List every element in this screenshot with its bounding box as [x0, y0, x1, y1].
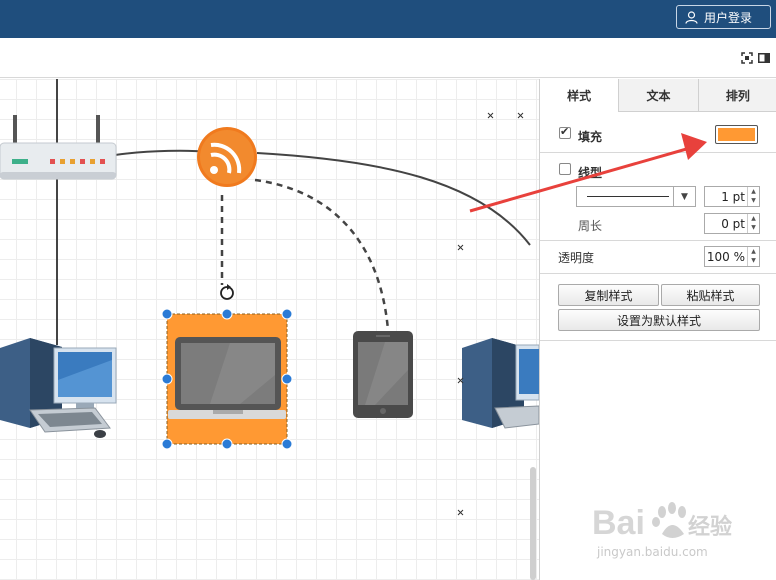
fill-color-swatch[interactable]: [715, 125, 758, 144]
diagram-svg: [0, 79, 539, 516]
line-checkbox[interactable]: [559, 163, 571, 175]
canvas-scrollbar[interactable]: [530, 467, 536, 580]
opacity-value: 100 %: [706, 250, 745, 264]
user-icon: [685, 10, 698, 24]
fullscreen-icon[interactable]: [741, 52, 753, 64]
copy-style-button[interactable]: 复制样式: [558, 284, 659, 306]
login-label: 用户登录: [704, 10, 753, 25]
rss-feed-node: [197, 127, 257, 187]
panel-toggle-icon[interactable]: [758, 52, 770, 64]
chevron-down-icon: ▼: [673, 187, 695, 206]
connector-rss-right: [256, 152, 531, 246]
divider: [540, 340, 776, 341]
connector-router-rss: [114, 149, 211, 156]
tab-style[interactable]: 样式: [540, 79, 619, 112]
opacity-label: 透明度: [558, 251, 595, 265]
fill-label: 填充: [578, 130, 603, 144]
diagram-canvas[interactable]: [0, 79, 539, 580]
line-style-select[interactable]: ▼: [576, 186, 696, 207]
divider: [540, 273, 776, 274]
tab-arrange[interactable]: 排列: [697, 79, 776, 112]
canvas-markers: [457, 112, 524, 516]
perimeter-value: 0 pt: [721, 217, 745, 231]
tablet-node: [353, 331, 413, 418]
tab-text[interactable]: 文本: [618, 79, 698, 112]
stepper-arrows-icon[interactable]: ▲ ▼: [747, 247, 759, 266]
divider: [540, 152, 776, 153]
stepper-arrows-icon[interactable]: ▲ ▼: [747, 187, 759, 206]
desktop-computer-left-node: [0, 338, 117, 438]
svg-text:经验: 经验: [688, 514, 732, 539]
line-width-value: 1 pt: [721, 190, 745, 204]
rotate-handle: [220, 284, 234, 300]
fill-color-preview: [718, 128, 755, 141]
connector-rss-tablet: [254, 178, 390, 331]
laptop-node: [166, 313, 288, 445]
toolbar: [0, 38, 776, 78]
perimeter-label: 周长: [578, 219, 603, 233]
svg-text:Bai: Bai: [592, 504, 645, 542]
paste-style-button[interactable]: 粘贴样式: [661, 284, 760, 306]
divider: [540, 240, 776, 241]
opacity-stepper[interactable]: 100 % ▲ ▼: [704, 246, 760, 267]
line-width-stepper[interactable]: 1 pt ▲ ▼: [704, 186, 760, 207]
fill-checkbox[interactable]: [559, 125, 571, 139]
watermark-url: jingyan.baidu.com: [597, 545, 708, 559]
top-header-bar: 用户登录: [0, 0, 776, 38]
line-label: 线型: [578, 166, 603, 180]
login-button[interactable]: 用户登录: [676, 5, 771, 29]
set-default-style-button[interactable]: 设置为默认样式: [558, 309, 760, 331]
stepper-arrows-icon[interactable]: ▲ ▼: [747, 214, 759, 233]
format-tabs: 样式 文本 排列: [540, 79, 776, 112]
perimeter-stepper[interactable]: 0 pt ▲ ▼: [704, 213, 760, 234]
desktop-computer-right-node: [462, 338, 539, 429]
